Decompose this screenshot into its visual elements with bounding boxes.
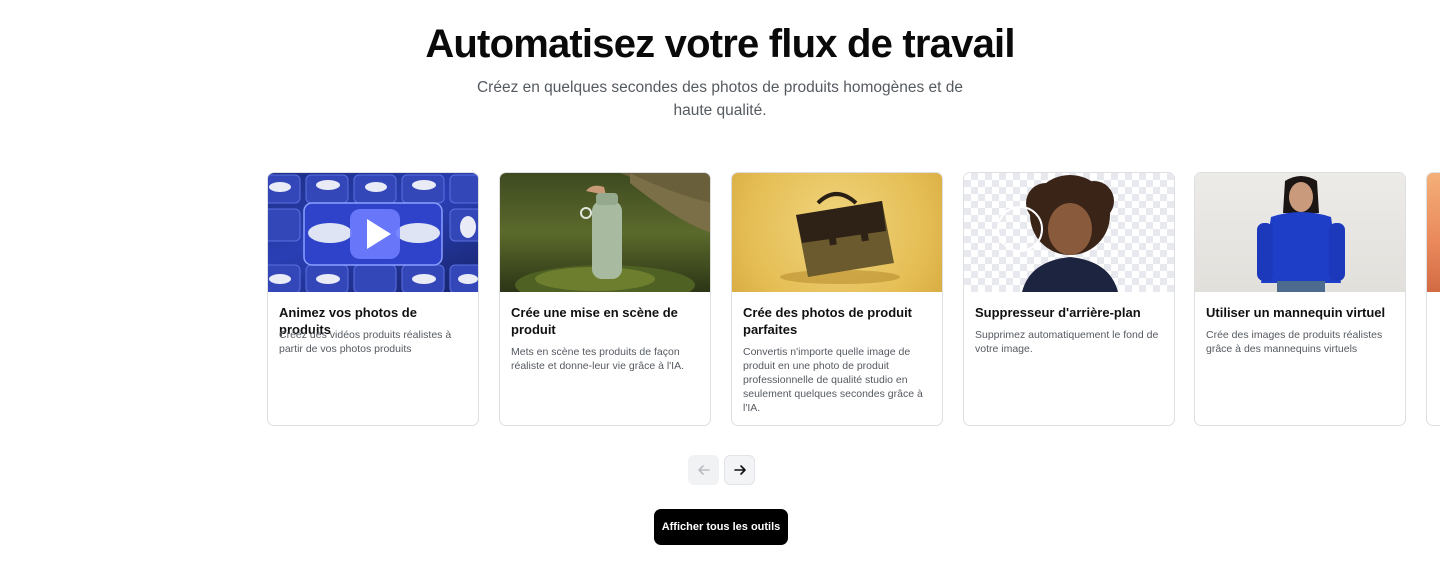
page-title: Automatisez votre flux de travail	[425, 22, 1015, 66]
carousel-next-button[interactable]	[724, 455, 755, 485]
card-description: Supprimez automatiquement le fond de vot…	[975, 329, 1159, 355]
tool-card-product-photo[interactable]: Crée des photos de produit parfaites Con…	[731, 172, 943, 426]
card-image-model	[1195, 173, 1405, 292]
sneakers-grid-illustration	[268, 174, 478, 292]
model-illustration	[1257, 176, 1345, 292]
bottle-on-moss-illustration	[515, 173, 710, 292]
tool-card-animate[interactable]: Animez vos photos de produits Créez des …	[267, 172, 479, 426]
tools-carousel[interactable]: Animez vos photos de produits Créez des …	[267, 172, 1440, 432]
tool-card-virtual-model[interactable]: Utiliser un mannequin virtuel Crée des i…	[1194, 172, 1406, 426]
satchel-illustration	[780, 192, 900, 284]
card-description: Convertis n'importe quelle image de prod…	[743, 346, 923, 414]
portrait-illustration	[997, 175, 1118, 292]
page-subtitle: Créez en quelques secondes des photos de…	[476, 79, 963, 119]
carousel-track: Animez vos photos de produits Créez des …	[267, 172, 1440, 428]
card-title: Utiliser un mannequin virtuel	[1206, 305, 1386, 320]
carousel-prev-button[interactable]	[688, 455, 719, 485]
card-title: Suppresseur d'arrière-plan	[975, 305, 1141, 320]
card-image-bottle	[500, 173, 710, 292]
tool-card-bg-remover[interactable]: Suppresseur d'arrière-plan Supprimez aut…	[963, 172, 1175, 426]
arrow-left-icon	[697, 465, 710, 475]
card-description: Créez des vidéos produits réalistes à pa…	[279, 329, 452, 355]
card-image-sneakers	[268, 173, 478, 292]
card-description: Mets en scène tes produits de façon réal…	[511, 346, 685, 372]
view-all-tools-button[interactable]: Afficher tous les outils	[654, 509, 788, 545]
tool-card-scene[interactable]: Crée une mise en scène de produit Mets e…	[499, 172, 711, 426]
card-title: Crée une mise en scène de produit	[511, 305, 678, 337]
tool-card-partial[interactable]	[1426, 172, 1440, 426]
card-image-portrait	[964, 173, 1174, 292]
card-image-satchel	[732, 173, 942, 292]
arrow-right-icon	[733, 465, 746, 475]
card-description: Crée des images de produits réalistes gr…	[1206, 329, 1383, 355]
card-image-sunset	[1427, 173, 1440, 292]
card-title: Crée des photos de produit parfaites	[743, 305, 913, 337]
